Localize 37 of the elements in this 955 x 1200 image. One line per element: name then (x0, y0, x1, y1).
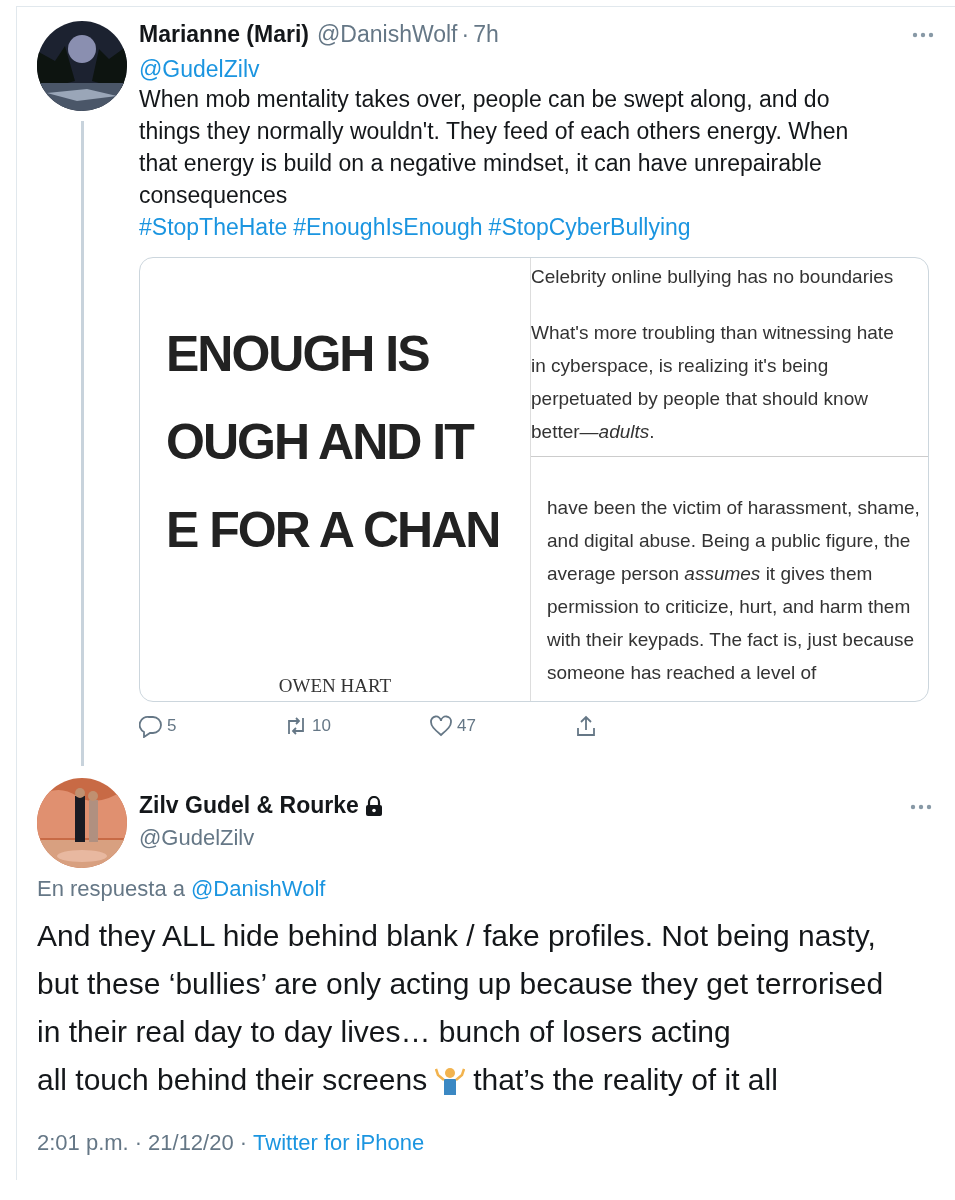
hashtag-link[interactable]: #EnoughIsEnough (293, 211, 483, 243)
more-icon[interactable] (910, 804, 932, 810)
more-icon[interactable] (912, 31, 934, 38)
reply-icon[interactable] (139, 714, 163, 738)
separator: · (134, 1130, 143, 1156)
cover-title: OUGH AND IT (166, 413, 473, 472)
cover-author: OWEN HART (277, 675, 393, 698)
separator: · (239, 1130, 247, 1156)
cover-title: ENOUGH IS (166, 325, 429, 384)
document-title: Celebrity online bullying has no boundaries (531, 266, 895, 288)
mention-link[interactable]: @DanishWolf (191, 876, 326, 902)
share-icon[interactable] (574, 714, 598, 738)
user-handle[interactable]: @GudelZilv (139, 825, 898, 851)
shrug-icon (435, 1065, 466, 1095)
hashtag-link[interactable]: #StopCyberBullying (488, 211, 691, 243)
attached-image[interactable] (139, 257, 929, 702)
tweet-text: that’s the reality of it all (473, 1062, 778, 1098)
timestamp: 2:01 p.m. (37, 1130, 129, 1156)
retweet-count: 10 (312, 716, 331, 736)
document-text: What's more troubling than witnessing hate in cyberspace, is realizing it's being perpetuated by people that should know better—adults. (531, 321, 895, 444)
reply-label: En respuesta a (37, 876, 185, 902)
reply-count: 5 (167, 716, 177, 736)
tweet-text: all touch behind their screens (37, 1062, 428, 1098)
user-name[interactable]: Zilv Gudel & Rourke (139, 792, 359, 819)
date: 21/12/20 (148, 1130, 234, 1156)
user-handle[interactable]: @DanishWolf (317, 21, 458, 48)
document-text: have been the victim of harassment, shame, and digital abuse. Being a public figure, the average person assumes it gives them permission to criticize, hurt, and harm them with their keypads. The fact is, just because someone has reached a level of (547, 496, 920, 685)
like-icon[interactable] (429, 714, 453, 738)
timestamp[interactable]: 7h (473, 21, 499, 48)
separator: · (461, 21, 470, 48)
tweet-text: When mob mentality takes over, people can be swept along, and do things they normally wouldn't. They feed of each others energy. When that energy is build on a negative mindset, it can have unrepairable consequences (139, 85, 850, 210)
hashtag-link[interactable]: #StopTheHate (139, 211, 288, 243)
mention-link[interactable]: @GudelZilv (139, 56, 938, 83)
like-count: 47 (457, 716, 476, 736)
user-name[interactable]: Marianne (Mari) (139, 21, 309, 48)
cover-title: E FOR A CHAN (166, 501, 500, 560)
source-link[interactable]: Twitter for iPhone (253, 1130, 425, 1156)
